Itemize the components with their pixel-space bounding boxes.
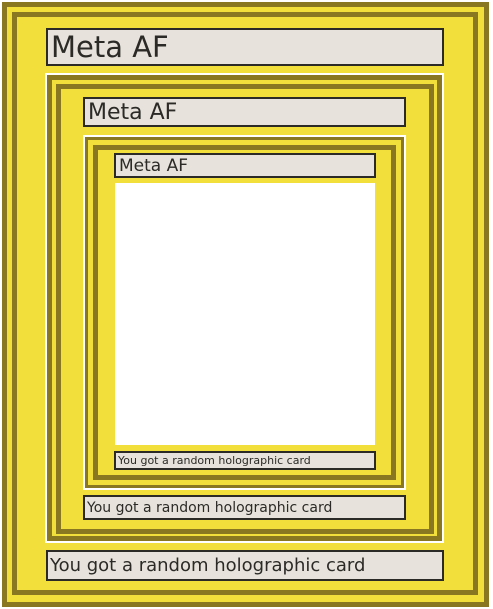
inner-card-title-text: Meta AF <box>119 155 189 176</box>
outer-card-caption: You got a random holographic card <box>46 550 444 581</box>
outer-card-title: Meta AF <box>46 28 444 66</box>
inner-card-caption: You got a random holographic card <box>114 451 376 470</box>
middle-card-title-text: Meta AF <box>88 99 178 125</box>
middle-card-title: Meta AF <box>83 97 406 127</box>
inner-card-title: Meta AF <box>114 153 376 178</box>
outer-card-title-text: Meta AF <box>51 30 169 64</box>
outer-card-caption-text: You got a random holographic card <box>50 555 366 576</box>
middle-card-caption-text: You got a random holographic card <box>87 499 333 516</box>
card-art-area <box>115 183 375 445</box>
inner-card-caption-text: You got a random holographic card <box>118 454 311 467</box>
middle-card-caption: You got a random holographic card <box>83 495 406 520</box>
